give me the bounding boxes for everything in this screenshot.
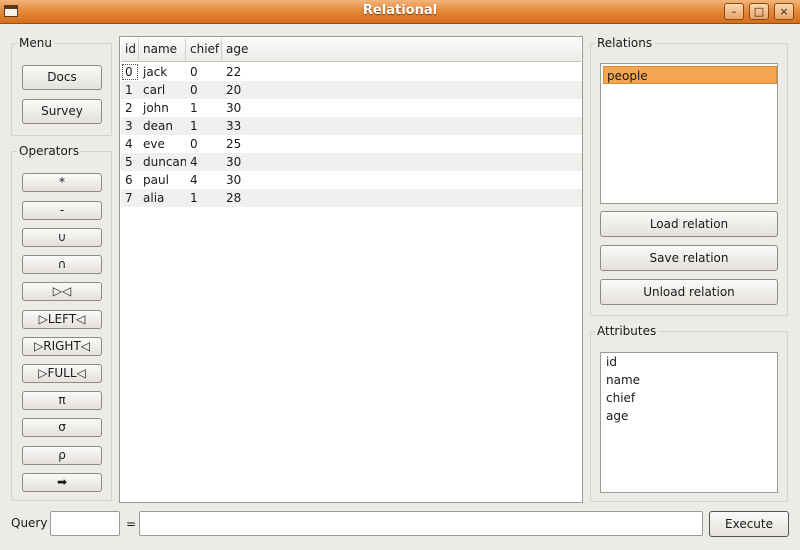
equals-sign: = [126,517,137,531]
column-header-age[interactable]: age [222,38,582,61]
minimize-icon: – [731,5,737,18]
column-header-id[interactable]: id [121,38,139,61]
attributes-list[interactable]: id name chief age [600,352,778,493]
relations-list[interactable]: people [600,63,778,204]
cell-name: john [143,101,169,115]
survey-button[interactable]: Survey [22,99,102,124]
table-row[interactable]: 4 eve 0 25 [121,135,582,153]
table-row[interactable]: 2 john 1 30 [121,99,582,117]
right-join-operator-button[interactable]: ▷RIGHT◁ [22,337,102,356]
attribute-item[interactable]: id [603,353,777,371]
minimize-button[interactable]: – [724,3,744,20]
cell-id: 7 [125,191,133,205]
maximize-icon: □ [753,5,765,18]
maximize-button[interactable]: □ [749,3,769,20]
title-bar: Relational – □ × [0,0,800,24]
cell-id: 5 [125,155,133,169]
table-row[interactable]: 5 duncan 4 30 [121,153,582,171]
table-row[interactable]: 3 dean 1 33 [121,117,582,135]
cell-name: alia [143,191,165,205]
query-expression-input[interactable] [139,511,703,536]
cell-age: 33 [226,119,242,133]
cell-chief: 1 [190,191,198,205]
rename-operator-button[interactable]: ρ [22,446,102,465]
table-row[interactable]: 0 jack 0 22 [121,63,582,81]
intersection-operator-button[interactable]: ∩ [22,255,102,274]
cell-chief: 0 [190,137,198,151]
cell-id: 3 [125,119,133,133]
assign-operator-button[interactable]: ➡ [22,473,102,492]
cell-name: paul [143,173,169,187]
cell-age: 28 [226,191,242,205]
attributes-group-title: Attributes [595,324,659,338]
selection-operator-button[interactable]: σ [22,418,102,437]
attribute-item[interactable]: name [603,371,777,389]
relations-group-title: Relations [595,36,655,50]
relation-table[interactable]: id name chief age 0 jack 0 22 1 carl 0 2… [119,36,583,503]
execute-button[interactable]: Execute [709,511,789,537]
difference-operator-button[interactable]: - [22,201,102,220]
table-row[interactable]: 1 carl 0 20 [121,81,582,99]
query-label: Query [11,516,48,530]
cell-age: 30 [226,155,242,169]
projection-operator-button[interactable]: π [22,391,102,410]
join-operator-button[interactable]: ▷◁ [22,282,102,301]
cell-chief: 1 [190,101,198,115]
cell-age: 22 [226,65,242,79]
full-join-operator-button[interactable]: ▷FULL◁ [22,364,102,383]
cell-chief: 0 [190,83,198,97]
table-row[interactable]: 6 paul 4 30 [121,171,582,189]
attribute-item[interactable]: age [603,407,777,425]
window-title: Relational [362,3,438,18]
column-header-chief[interactable]: chief [186,38,222,61]
close-icon: × [779,5,789,18]
left-join-operator-button[interactable]: ▷LEFT◁ [22,310,102,329]
cell-age: 20 [226,83,242,97]
product-operator-button[interactable]: * [22,173,102,192]
docs-button[interactable]: Docs [22,65,102,90]
operators-group-title: Operators [17,144,81,158]
menu-group-title: Menu [17,36,54,50]
cell-age: 30 [226,173,242,187]
close-button[interactable]: × [774,3,794,20]
unload-relation-button[interactable]: Unload relation [600,279,778,305]
cell-name: carl [143,83,166,97]
cell-id: 1 [125,83,133,97]
relation-item-people[interactable]: people [603,66,777,84]
cell-chief: 4 [190,155,198,169]
cell-age: 25 [226,137,242,151]
table-row[interactable]: 7 alia 1 28 [121,189,582,207]
cell-name: jack [143,65,168,79]
cell-id: 6 [125,173,133,187]
column-header-name[interactable]: name [139,38,186,61]
cell-name: eve [143,137,165,151]
cell-id: 0 [121,63,139,81]
cell-name: dean [143,119,173,133]
cell-name: duncan [143,155,186,169]
cell-chief: 4 [190,173,198,187]
cell-id: 4 [125,137,133,151]
save-relation-button[interactable]: Save relation [600,245,778,271]
cell-id: 2 [125,101,133,115]
query-result-name-input[interactable] [50,511,120,536]
cell-chief: 1 [190,119,198,133]
load-relation-button[interactable]: Load relation [600,211,778,237]
attribute-item[interactable]: chief [603,389,777,407]
cell-chief: 0 [190,65,198,79]
cell-age: 30 [226,101,242,115]
table-header: id name chief age [121,38,581,62]
union-operator-button[interactable]: ∪ [22,228,102,247]
